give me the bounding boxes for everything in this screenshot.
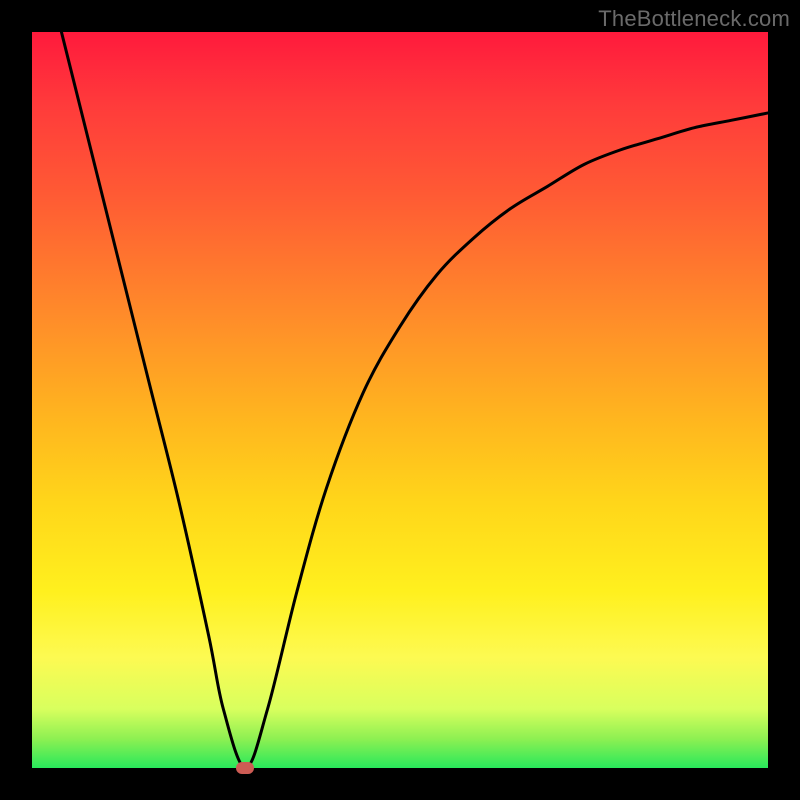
watermark-text: TheBottleneck.com <box>598 6 790 32</box>
curve-svg <box>32 32 768 768</box>
plot-area <box>32 32 768 768</box>
bottleneck-curve <box>61 32 768 768</box>
chart-frame: TheBottleneck.com <box>0 0 800 800</box>
optimal-point-marker <box>236 762 254 774</box>
